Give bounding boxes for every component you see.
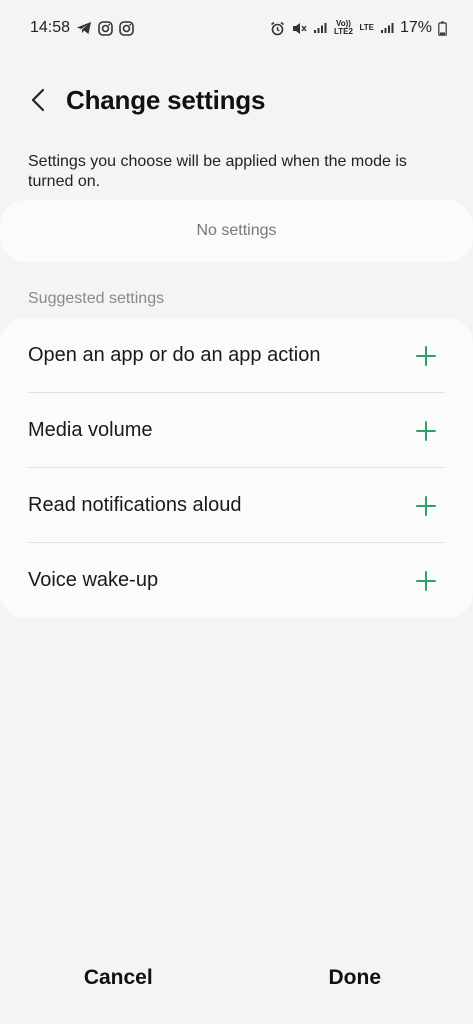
suggested-item-label: Media volume	[28, 419, 153, 441]
suggested-item-media-volume[interactable]: Media volume	[0, 393, 473, 468]
mode-description: Settings you choose will be applied when…	[28, 153, 407, 190]
suggested-item-label: Voice wake-up	[28, 569, 159, 591]
suggested-item-read-notifications[interactable]: Read notifications aloud	[0, 468, 473, 543]
suggested-settings-list: Open an app or do an app action Media vo…	[0, 318, 473, 618]
selected-settings-card: No settings	[0, 200, 473, 262]
signal-icon	[313, 22, 327, 34]
no-settings-label: No settings	[196, 222, 277, 239]
plus-icon[interactable]	[415, 345, 437, 367]
plus-icon[interactable]	[415, 570, 437, 592]
suggested-item-label: Open an app or do an app action	[28, 344, 321, 366]
cancel-button[interactable]: Cancel	[0, 950, 237, 1006]
plus-icon[interactable]	[415, 420, 437, 442]
status-bar: 14:58 Vo)) LTE2 LTE 17%	[0, 0, 473, 56]
status-left: 14:58	[30, 19, 134, 37]
back-button[interactable]	[16, 78, 60, 122]
suggested-item-label: Read notifications aloud	[28, 494, 242, 516]
volte-indicator: Vo)) LTE2	[333, 19, 353, 36]
lte-indicator: LTE	[359, 23, 374, 32]
chevron-left-icon	[31, 88, 45, 112]
signal-icon	[380, 22, 394, 34]
instagram-icon	[119, 20, 134, 36]
status-right: Vo)) LTE2 LTE 17%	[270, 19, 447, 37]
alarm-icon	[270, 21, 285, 36]
battery-percent: 17%	[399, 19, 432, 36]
telegram-icon	[76, 21, 92, 35]
page-title: Change settings	[66, 84, 266, 115]
plus-icon[interactable]	[415, 495, 437, 517]
battery-icon	[438, 21, 447, 36]
app-header: Change settings	[0, 78, 473, 122]
status-time: 14:58	[30, 19, 71, 36]
mute-icon	[291, 21, 307, 36]
done-button[interactable]: Done	[237, 950, 473, 1006]
instagram-icon	[98, 20, 113, 36]
bottom-action-bar: Cancel Done	[0, 950, 473, 1006]
suggested-item-open-app[interactable]: Open an app or do an app action	[0, 318, 473, 393]
suggested-item-voice-wakeup[interactable]: Voice wake-up	[0, 543, 473, 618]
suggested-settings-header: Suggested settings	[28, 290, 165, 307]
